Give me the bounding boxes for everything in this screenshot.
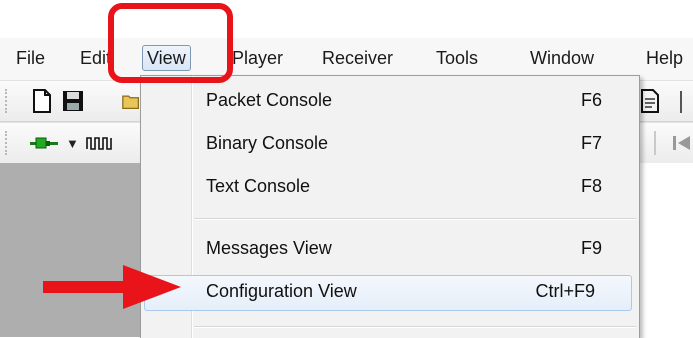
main-toolbar-right (638, 80, 693, 122)
menu-item-label: Packet Console (206, 90, 333, 110)
document-icon[interactable] (640, 88, 660, 114)
red-arrow-annotation (43, 265, 181, 309)
pulse-wave-icon[interactable] (86, 130, 116, 156)
menu-item-shortcut: F7 (580, 133, 602, 153)
menu-item-packet-console[interactable]: Packet Console F6 (144, 84, 632, 120)
menu-window[interactable]: Window (526, 45, 598, 71)
highlight-box-annotation (108, 3, 233, 83)
menu-item-binary-console[interactable]: Binary Console F7 (144, 127, 632, 163)
plugin-icon[interactable] (30, 130, 58, 156)
menu-separator (194, 218, 636, 219)
menu-item-label: Text Console (206, 176, 311, 196)
new-file-icon[interactable] (32, 88, 52, 114)
view-menu-dropdown: Packet Console F6 Binary Console F7 Text… (140, 75, 640, 338)
save-icon[interactable] (62, 88, 84, 114)
workspace-area-right (638, 163, 693, 337)
menu-item-shortcut: F6 (580, 90, 602, 110)
toolbar-grip[interactable] (5, 131, 10, 155)
menu-bar: File Edit View Player Receiver Tools Win… (0, 38, 693, 80)
open-folder-icon[interactable] (122, 88, 140, 114)
menu-separator (194, 326, 636, 327)
menu-item-label: Configuration View (206, 281, 357, 301)
menu-item-shortcut: F9 (580, 238, 602, 258)
menu-item-configuration-view[interactable]: Configuration View Ctrl+F9 (144, 275, 632, 311)
menu-item-shortcut: F8 (580, 176, 602, 196)
menu-item-shortcut: Ctrl+F9 (535, 281, 595, 301)
toolbar-grip[interactable] (5, 89, 10, 113)
toolbar-separator (654, 131, 656, 155)
menu-item-messages-view[interactable]: Messages View F9 (144, 232, 632, 268)
menu-help[interactable]: Help (642, 45, 687, 71)
toolbar-separator (680, 91, 682, 113)
player-toolbar-right (638, 122, 693, 164)
player-toolbar: ▼ (0, 122, 145, 164)
skip-back-icon[interactable] (672, 130, 692, 156)
menu-receiver[interactable]: Receiver (318, 45, 397, 71)
menu-player[interactable]: Player (228, 45, 287, 71)
main-toolbar (0, 80, 145, 122)
menu-item-label: Messages View (206, 238, 332, 258)
menu-file[interactable]: File (12, 45, 49, 71)
menu-item-label: Binary Console (206, 133, 329, 153)
dropdown-arrow-icon[interactable]: ▼ (66, 130, 79, 156)
menu-item-text-console[interactable]: Text Console F8 (144, 170, 632, 206)
menu-tools[interactable]: Tools (432, 45, 482, 71)
